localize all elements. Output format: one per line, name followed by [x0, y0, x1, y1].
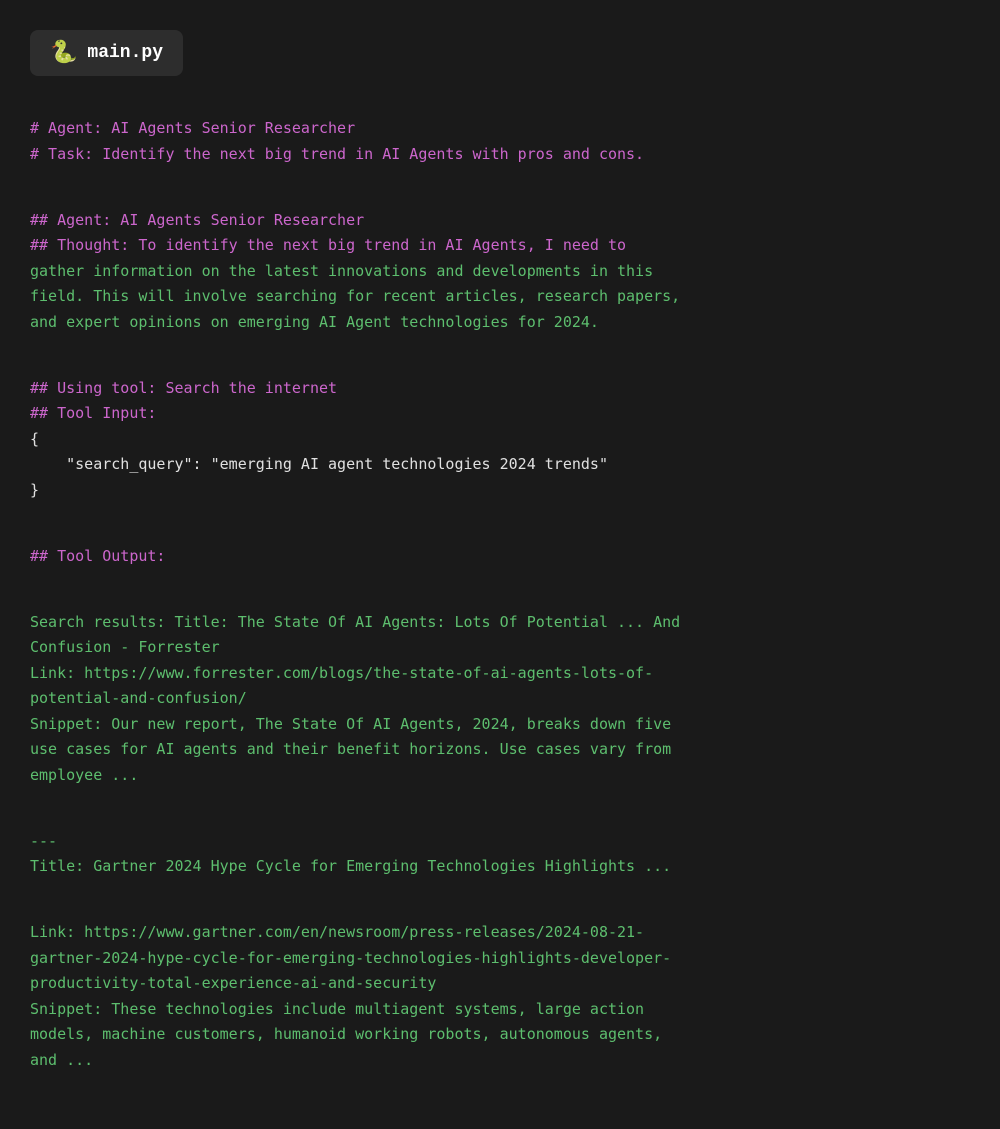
result-snippet2c: and ...	[30, 1051, 93, 1069]
result-snippet2b: models, machine customers, humanoid work…	[30, 1025, 662, 1043]
comment-agent: # Agent: AI Agents Senior Researcher	[30, 119, 355, 137]
result-snippet1c: employee ...	[30, 766, 138, 784]
file-name: main.py	[87, 43, 163, 63]
thought-line4: and expert opinions on emerging AI Agent…	[30, 313, 599, 331]
python-icon: 🐍	[50, 40, 77, 66]
result-title1b: Confusion - Forrester	[30, 638, 220, 656]
result-snippet1: Snippet: Our new report, The State Of AI…	[30, 715, 671, 733]
using-tool: ## Using tool: Search the internet	[30, 379, 337, 397]
result-link1: Link: https://www.forrester.com/blogs/th…	[30, 664, 653, 682]
json-content: "search_query": "emerging AI agent techn…	[30, 455, 608, 473]
result-link2c: productivity-total-experience-ai-and-sec…	[30, 974, 436, 992]
result-link2b: gartner-2024-hype-cycle-for-emerging-tec…	[30, 949, 671, 967]
comment-task: # Task: Identify the next big trend in A…	[30, 145, 644, 163]
json-open: {	[30, 430, 39, 448]
heading-agent: ## Agent: AI Agents Senior Researcher	[30, 211, 364, 229]
result-snippet1b: use cases for AI agents and their benefi…	[30, 740, 671, 758]
result-title1: Search results: Title: The State Of AI A…	[30, 613, 680, 631]
result-link1b: potential-and-confusion/	[30, 689, 247, 707]
tool-input-label: ## Tool Input:	[30, 404, 156, 422]
file-tab[interactable]: 🐍 main.py	[30, 30, 183, 76]
heading-thought: ## Thought: To identify the next big tre…	[30, 236, 626, 254]
result-snippet2: Snippet: These technologies include mult…	[30, 1000, 644, 1018]
thought-line2: gather information on the latest innovat…	[30, 262, 653, 280]
separator: ---	[30, 832, 57, 850]
code-block: # Agent: AI Agents Senior Researcher # T…	[30, 116, 970, 1099]
result-link2: Link: https://www.gartner.com/en/newsroo…	[30, 923, 644, 941]
tool-output-label: ## Tool Output:	[30, 547, 165, 565]
thought-line3: field. This will involve searching for r…	[30, 287, 680, 305]
result-title2: Title: Gartner 2024 Hype Cycle for Emerg…	[30, 857, 671, 875]
json-close: }	[30, 481, 39, 499]
